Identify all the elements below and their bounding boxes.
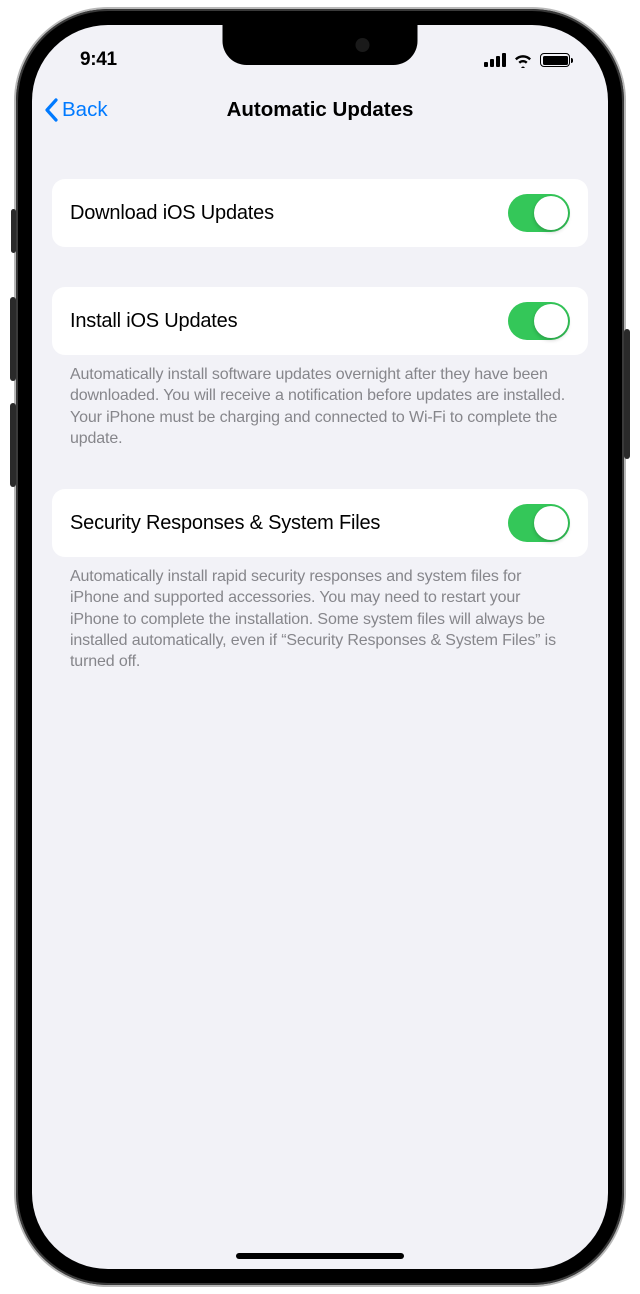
home-indicator[interactable] — [236, 1253, 404, 1259]
nav-bar: Back Automatic Updates — [32, 81, 608, 139]
silence-switch — [11, 209, 16, 253]
volume-down-button — [10, 403, 16, 487]
install-updates-row: Install iOS Updates — [52, 287, 588, 355]
battery-icon — [540, 53, 570, 67]
back-button-label: Back — [62, 98, 108, 122]
wifi-icon — [513, 53, 533, 68]
power-button — [624, 329, 630, 459]
security-responses-label: Security Responses & System Files — [70, 512, 380, 535]
status-icons — [484, 53, 572, 68]
install-updates-footer: Automatically install software updates o… — [52, 355, 588, 449]
install-updates-group: Install iOS Updates Automatically instal… — [52, 287, 588, 449]
settings-content: Download iOS Updates Install iOS Updates… — [32, 179, 608, 672]
security-responses-toggle[interactable] — [508, 504, 570, 542]
install-updates-toggle[interactable] — [508, 302, 570, 340]
phone-frame: 9:41 — [16, 9, 624, 1285]
back-button[interactable]: Back — [44, 98, 108, 122]
cellular-icon — [484, 53, 506, 67]
download-updates-toggle[interactable] — [508, 194, 570, 232]
download-updates-label: Download iOS Updates — [70, 202, 274, 225]
page-title: Automatic Updates — [32, 98, 608, 122]
install-updates-label: Install iOS Updates — [70, 310, 237, 333]
download-updates-row: Download iOS Updates — [52, 179, 588, 247]
status-time: 9:41 — [68, 49, 117, 71]
download-updates-group: Download iOS Updates — [52, 179, 588, 247]
screen: 9:41 — [32, 25, 608, 1269]
security-responses-footer: Automatically install rapid security res… — [52, 557, 588, 672]
notch — [223, 25, 418, 65]
security-responses-row: Security Responses & System Files — [52, 489, 588, 557]
chevron-left-icon — [44, 98, 59, 122]
security-responses-group: Security Responses & System Files Automa… — [52, 489, 588, 672]
volume-up-button — [10, 297, 16, 381]
